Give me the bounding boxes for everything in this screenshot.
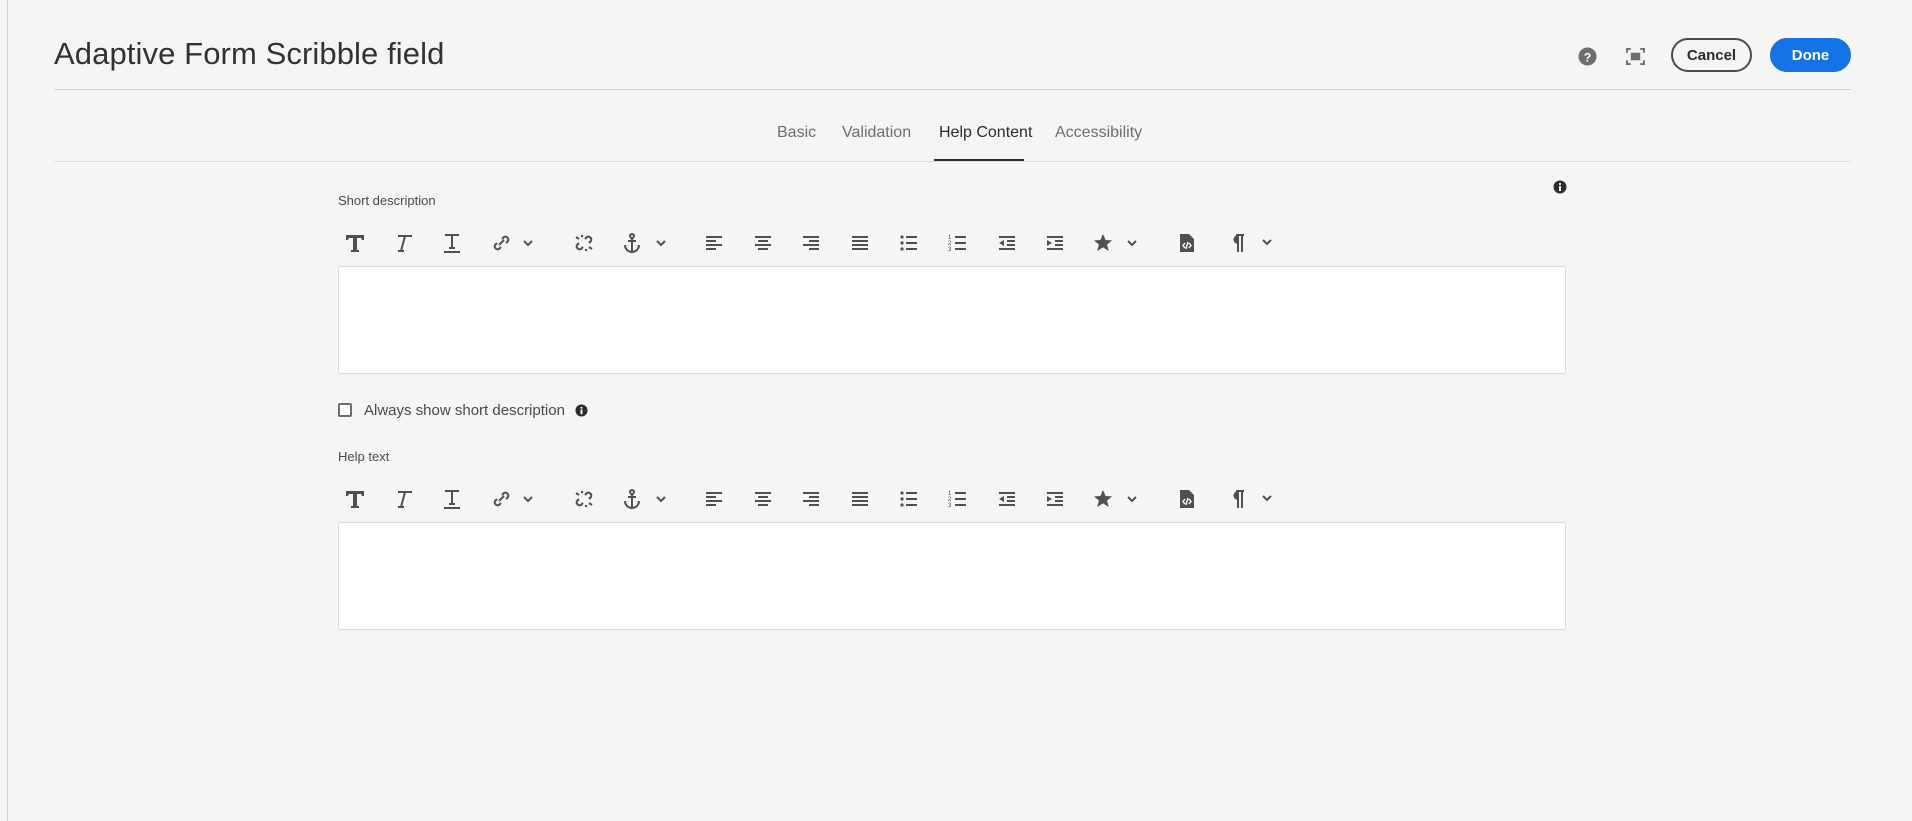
fullscreen-icon[interactable]: [1624, 45, 1646, 67]
active-tab-indicator: [934, 159, 1024, 161]
unlink-icon[interactable]: [573, 229, 595, 257]
link-icon[interactable]: [491, 229, 535, 257]
special-characters-icon[interactable]: [1093, 485, 1139, 513]
short-description-editor[interactable]: [338, 266, 1566, 374]
always-show-short-description-checkbox[interactable]: [338, 403, 352, 417]
source-edit-icon[interactable]: [1178, 485, 1196, 513]
dialog-left-edge: [7, 0, 8, 821]
underline-icon[interactable]: [442, 485, 462, 513]
info-icon[interactable]: [575, 403, 588, 417]
unlink-icon[interactable]: [573, 485, 595, 513]
svg-text:3: 3: [948, 503, 952, 509]
dialog-header: Adaptive Form Scribble field ? Cancel Do…: [54, 0, 1851, 90]
link-icon[interactable]: [491, 485, 535, 513]
special-characters-icon[interactable]: [1093, 229, 1139, 257]
indent-icon[interactable]: [1045, 485, 1065, 513]
align-right-icon[interactable]: [801, 485, 821, 513]
svg-text:3: 3: [948, 247, 952, 253]
always-show-short-description-label: Always show short description: [364, 401, 565, 419]
outdent-icon[interactable]: [997, 229, 1017, 257]
tab-help-content[interactable]: Help Content: [939, 124, 1032, 142]
underline-icon[interactable]: [442, 229, 462, 257]
help-text-editor[interactable]: [338, 522, 1566, 630]
short-description-label: Short description: [338, 193, 436, 208]
align-right-icon[interactable]: [801, 229, 821, 257]
bold-icon[interactable]: [344, 229, 366, 257]
bullet-list-icon[interactable]: [899, 485, 919, 513]
anchor-icon[interactable]: [622, 485, 668, 513]
dialog-title: Adaptive Form Scribble field: [54, 36, 445, 71]
numbered-list-icon[interactable]: 123: [948, 229, 968, 257]
paragraph-format-icon[interactable]: [1227, 485, 1275, 513]
align-center-icon[interactable]: [753, 229, 773, 257]
short-description-toolbar: 123: [338, 229, 1278, 257]
align-left-icon[interactable]: [704, 229, 724, 257]
numbered-list-icon[interactable]: 123: [948, 485, 968, 513]
tab-bar: Basic Validation Help Content Accessibil…: [54, 89, 1851, 162]
svg-text:?: ?: [1583, 50, 1591, 64]
info-icon[interactable]: [1553, 180, 1567, 194]
italic-icon[interactable]: [394, 229, 414, 257]
tab-validation[interactable]: Validation: [842, 124, 911, 142]
justify-icon[interactable]: [850, 485, 870, 513]
paragraph-format-icon[interactable]: [1227, 229, 1275, 257]
help-text-toolbar: 123: [338, 485, 1278, 513]
anchor-icon[interactable]: [622, 229, 668, 257]
question-circle-icon[interactable]: ?: [1576, 45, 1598, 67]
always-show-short-description-row: Always show short description: [338, 400, 588, 420]
tab-accessibility[interactable]: Accessibility: [1055, 124, 1142, 142]
italic-icon[interactable]: [394, 485, 414, 513]
bullet-list-icon[interactable]: [899, 229, 919, 257]
align-center-icon[interactable]: [753, 485, 773, 513]
align-left-icon[interactable]: [704, 485, 724, 513]
help-text-label: Help text: [338, 449, 390, 464]
bold-icon[interactable]: [344, 485, 366, 513]
done-button[interactable]: Done: [1770, 38, 1851, 72]
outdent-icon[interactable]: [997, 485, 1017, 513]
indent-icon[interactable]: [1045, 229, 1065, 257]
justify-icon[interactable]: [850, 229, 870, 257]
tab-basic[interactable]: Basic: [777, 124, 816, 142]
cancel-button[interactable]: Cancel: [1671, 38, 1752, 72]
source-edit-icon[interactable]: [1178, 229, 1196, 257]
